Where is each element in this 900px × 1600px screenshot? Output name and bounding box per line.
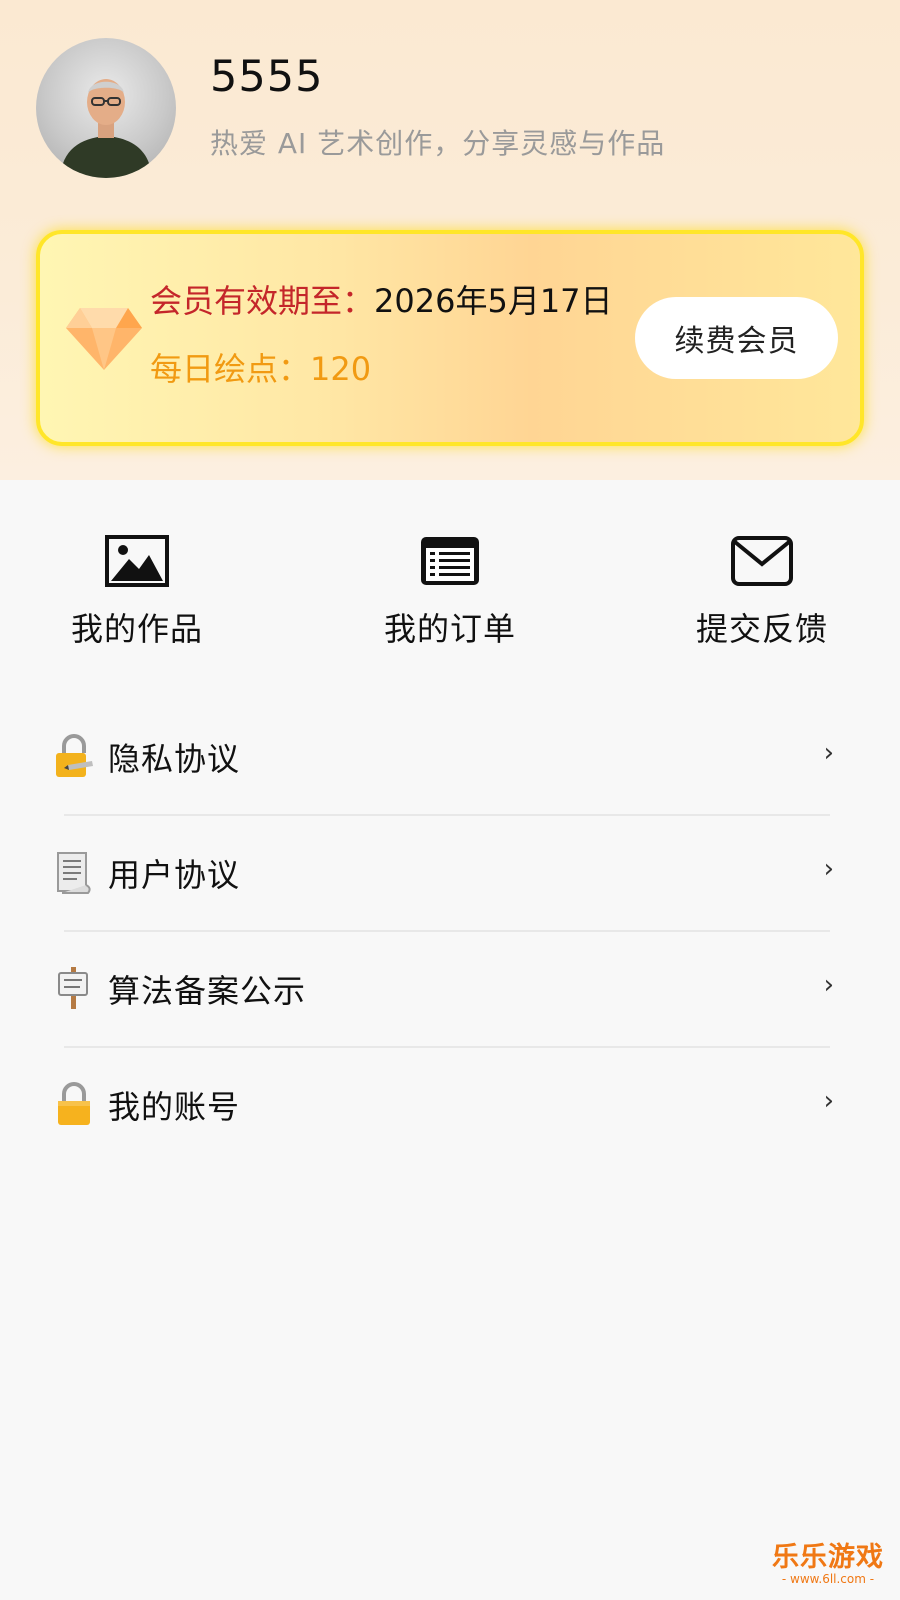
- lock-with-pen-icon: [56, 734, 93, 777]
- quick-action-label: 提交反馈: [695, 610, 828, 648]
- chevron-right-icon: ›: [823, 970, 834, 1000]
- chevron-right-icon: ›: [823, 738, 834, 768]
- points-label: 每日绘点：: [150, 350, 311, 388]
- expiry-label: 会员有效期至：: [150, 282, 375, 320]
- chevron-right-icon: ›: [823, 1086, 834, 1116]
- menu-item-user-agreement[interactable]: 用户协议 ›: [0, 816, 900, 932]
- my-orders-button[interactable]: 我的订单: [340, 530, 560, 650]
- menu-item-privacy-policy[interactable]: 隐私协议 ›: [0, 700, 900, 816]
- image-icon: [105, 535, 169, 587]
- daily-points: 每日绘点：120: [150, 344, 371, 390]
- diamond-icon: [66, 308, 142, 370]
- quick-action-label: 我的作品: [70, 610, 203, 648]
- mail-icon: [731, 536, 793, 586]
- quick-actions: 我的作品 我的订单 提交反馈: [0, 530, 900, 670]
- membership-card: 会员有效期至：2026年5月17日 每日绘点：120 续费会员: [36, 230, 864, 446]
- submit-feedback-button[interactable]: 提交反馈: [652, 530, 872, 650]
- watermark-text: 乐乐游戏: [772, 1542, 884, 1573]
- document-icon: [57, 852, 91, 894]
- my-works-button[interactable]: 我的作品: [27, 530, 247, 650]
- menu-item-label: 用户协议: [108, 856, 241, 894]
- watermark-url: - www.6ll.com -: [781, 1572, 875, 1586]
- avatar[interactable]: [36, 38, 176, 178]
- username: 5555: [210, 52, 324, 102]
- menu-item-label: 隐私协议: [108, 740, 241, 778]
- user-bio: 热爱 AI 艺术创作，分享灵感与作品: [210, 127, 666, 160]
- menu-item-label: 算法备案公示: [108, 972, 307, 1010]
- profile-header: 5555 热爱 AI 艺术创作，分享灵感与作品 会员有效期至：2026年5月17…: [0, 0, 900, 480]
- settings-menu: 隐私协议 › 用户协议 › 算法备案公示 › 我的账号 ›: [0, 700, 900, 1164]
- renew-membership-button[interactable]: 续费会员: [635, 297, 838, 379]
- lock-icon: [58, 1082, 90, 1125]
- quick-action-label: 我的订单: [383, 610, 516, 648]
- points-value: 120: [310, 350, 372, 388]
- expiry-date: 2026年5月17日: [374, 282, 613, 320]
- menu-item-my-account[interactable]: 我的账号 ›: [0, 1048, 900, 1164]
- menu-item-label: 我的账号: [108, 1088, 241, 1126]
- chevron-right-icon: ›: [823, 854, 834, 884]
- signpost-icon: [58, 967, 88, 1009]
- site-watermark: 乐乐游戏 - www.6ll.com -: [772, 1535, 884, 1586]
- list-icon: [421, 537, 479, 585]
- menu-item-algorithm-filing[interactable]: 算法备案公示 ›: [0, 932, 900, 1048]
- membership-expiry: 会员有效期至：2026年5月17日: [150, 276, 613, 322]
